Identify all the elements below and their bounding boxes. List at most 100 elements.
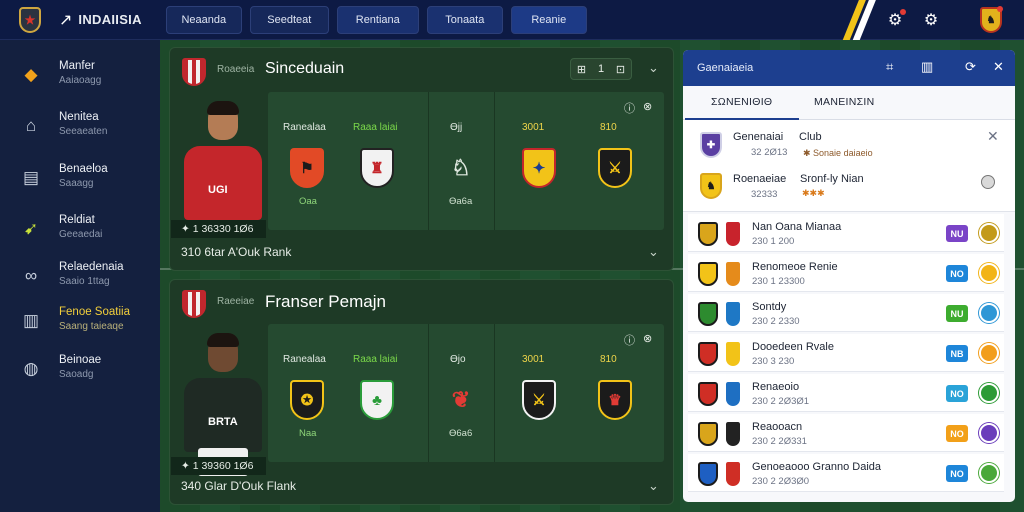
column-label: Ɵjj xyxy=(450,122,463,133)
club-crest-icon xyxy=(698,462,718,486)
feature-sub: 32333 xyxy=(751,189,778,200)
card-subtitle: Roaeeia xyxy=(217,64,255,75)
row-name: Reaooacn xyxy=(752,421,803,433)
transfer-list-panel: Gaenaiaeia ⌗ ▥ ⟳ ✕ ΣΩΝΕΝΙΘΙΘ ΜΑΝΕΙΝΣΙΝ ✚… xyxy=(683,50,1015,502)
chevron-down-icon[interactable]: ⌄ xyxy=(648,244,659,260)
settings-icon[interactable]: ⚙ xyxy=(920,9,942,31)
list-item[interactable]: Dooedeen Rvale 230 3 230 NB xyxy=(688,334,1004,372)
sidebar-item-5[interactable]: ∞ Relaedenaia Saaio 1ttag xyxy=(0,253,160,299)
info-icon[interactable]: ⓘ xyxy=(624,100,635,116)
sidebar-item-sub: Saoadg xyxy=(59,369,94,380)
sidebar-item-3[interactable]: ▤ Benaeloa Saaagg xyxy=(0,155,160,201)
sidebar-item-2[interactable]: ⌂ Nenitea Seeaeaten xyxy=(0,103,160,149)
row-badge[interactable]: NB xyxy=(946,345,968,362)
app-title: INDAIISIA xyxy=(78,12,142,27)
list-item[interactable]: Renomeoe Renie 230 1 23300 NO xyxy=(688,254,1004,292)
card-header: Roaeeia Sinceduain ⊞ 1 ⊡ ⌄ xyxy=(170,48,673,92)
row-badge[interactable]: NU xyxy=(946,305,968,322)
nav-tab-3[interactable]: Rentiana xyxy=(336,5,419,34)
close-icon[interactable]: ⊗ xyxy=(643,100,652,116)
filter-icon[interactable]: ⌗ xyxy=(886,59,893,75)
feature-note: ✱✱✱ xyxy=(802,188,825,198)
crest-caption: Ɵa6a xyxy=(449,196,473,207)
footer-rank: 340 Glar D'Ouk Flank xyxy=(181,479,297,493)
nav-tab-2[interactable]: Seedteat xyxy=(249,5,329,34)
nav-tab-5[interactable]: Reanie xyxy=(510,5,587,34)
club-badge-icon xyxy=(979,423,999,443)
transfer-card-1[interactable]: Roaeeia Sinceduain ⊞ 1 ⊡ ⌄ UGI ✦ 1 36330… xyxy=(169,47,674,271)
row-name: Nan Oana Mianaa xyxy=(752,221,842,233)
row-badge[interactable]: NO xyxy=(946,385,968,402)
feature-tag: Sronf-ly Nian xyxy=(800,173,864,185)
club-badge-icon xyxy=(979,343,999,363)
grid-icon[interactable]: ⊞ xyxy=(577,63,586,76)
close-icon[interactable]: ⊗ xyxy=(643,332,652,348)
sidebar-item-label: Manfer xyxy=(59,60,95,72)
sidebar-item-sub: Geeaedai xyxy=(59,229,103,240)
boot-icon: ➹ xyxy=(23,219,39,238)
club-crest-icon xyxy=(726,302,740,326)
transfer-card-2[interactable]: Raeeiae Franser Pemajn BRTA ✦ 1 39360 1Ø… xyxy=(169,279,674,505)
row-badge[interactable]: NO xyxy=(946,465,968,482)
layout-icon[interactable]: ▥ xyxy=(921,59,933,75)
featured-transfers: ✚ Genenaiai Club 32 2Ø13 ✱ Sonaie daiaei… xyxy=(683,120,1015,212)
column-label: Ɵjo xyxy=(450,354,466,365)
sidebar-item-label: Relaedenaia xyxy=(59,261,124,273)
frame-icon[interactable]: ⊡ xyxy=(616,63,625,76)
app-logo-icon[interactable]: ★ xyxy=(19,6,41,33)
tab-1[interactable]: ΣΩΝΕΝΙΘΙΘ xyxy=(711,96,772,108)
club-crest-icon xyxy=(182,290,206,318)
list-item[interactable]: Sontdy 230 2 2330 NU xyxy=(688,294,1004,332)
close-icon[interactable]: ✕ xyxy=(993,59,1004,75)
club-crest-icon[interactable]: ♞ xyxy=(980,6,1003,33)
refresh-icon[interactable]: ⟳ xyxy=(965,59,976,75)
tab-2[interactable]: ΜΑΝΕΙΝΣΙΝ xyxy=(814,96,875,108)
row-badge[interactable]: NU xyxy=(946,225,968,242)
nav-tab-1[interactable]: Neaanda xyxy=(165,5,242,34)
chevron-down-icon[interactable]: ⌄ xyxy=(648,60,659,76)
infinity-icon: ∞ xyxy=(24,266,38,285)
feature-name: Genenaiai xyxy=(733,131,784,143)
stats-tools: ⓘ ⊗ xyxy=(624,100,652,116)
shield-icon: ◆ xyxy=(24,65,38,84)
column-label: Ranealaa xyxy=(283,122,326,133)
club-crest-icon xyxy=(182,58,206,86)
nav-tab-4[interactable]: Tonaata xyxy=(426,5,503,34)
trend-up-icon: ↗ xyxy=(59,11,73,29)
row-name: Genoeaooo Granno Daida xyxy=(752,461,882,473)
view-controls[interactable]: ⊞ 1 ⊡ xyxy=(570,58,632,80)
club-badge-icon xyxy=(979,263,999,283)
info-icon[interactable]: ⓘ xyxy=(624,332,635,348)
row-meta: 230 3 230 xyxy=(752,356,795,367)
row-badge[interactable]: NO xyxy=(946,265,968,282)
sidebar-item-7[interactable]: ◍ Beinoae Saoadg xyxy=(0,346,160,392)
notifications-icon[interactable]: ⚙ xyxy=(884,9,906,31)
sidebar-item-4[interactable]: ➹ Reldiat Geeaedai xyxy=(0,206,160,252)
sidebar-item-1[interactable]: ◆ Manfer Aaiaoagg xyxy=(0,52,160,98)
club-crest-icon: ♣ xyxy=(360,380,394,420)
row-badge[interactable]: NO xyxy=(946,425,968,442)
status-dot[interactable] xyxy=(981,175,995,189)
top-right-actions: ⚙ ⚙ ♞ xyxy=(884,0,1024,40)
card-header: Raeeiae Franser Pemajn xyxy=(170,280,673,324)
list-item[interactable]: Renaeoio 230 2 2Ø3Ø1 NO xyxy=(688,374,1004,412)
sidebar-item-label: Beinoae xyxy=(59,354,102,366)
list-item[interactable]: Genoeaooo Granno Daida 230 2 2Ø3Ø0 NO xyxy=(688,454,1004,492)
sidebar-item-label: Fenoe Soatiia xyxy=(59,306,130,318)
close-icon[interactable]: ✕ xyxy=(987,128,999,145)
row-meta: 230 1 23300 xyxy=(752,276,805,287)
sidebar-item-label: Nenitea xyxy=(59,111,99,123)
elephant-icon: ♘ xyxy=(451,155,471,180)
column-label: 3001 xyxy=(522,354,545,365)
club-crest-icon xyxy=(698,302,718,326)
feature-name: Roenaeiae xyxy=(733,173,787,185)
list-item[interactable]: Nan Oana Mianaa 230 1 200 NU xyxy=(688,214,1004,252)
feature-sub: 32 2Ø13 xyxy=(751,147,788,158)
club-crest-icon xyxy=(698,262,718,286)
club-crest-icon xyxy=(726,262,740,286)
crest-caption: Naa xyxy=(299,428,317,439)
chevron-down-icon[interactable]: ⌄ xyxy=(648,478,659,494)
club-crest-icon xyxy=(698,422,718,446)
sidebar-item-6[interactable]: ▥ Fenoe Soatiia Saang taieaqe xyxy=(0,298,160,344)
list-item[interactable]: Reaooacn 230 2 2Ø331 NO xyxy=(688,414,1004,452)
